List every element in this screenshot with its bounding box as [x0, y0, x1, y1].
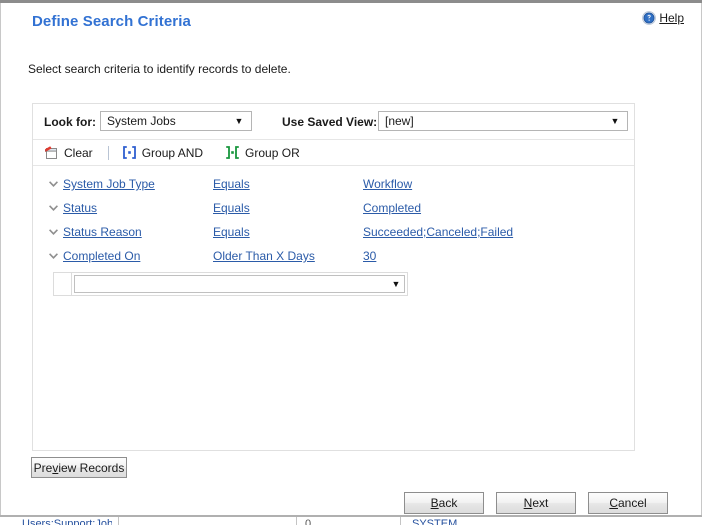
- window-left-border: [0, 3, 1, 515]
- saved-view-select[interactable]: [new] ▼: [378, 111, 628, 131]
- chevron-down-icon: ▼: [610, 115, 620, 126]
- chevron-down-icon: ▼: [391, 278, 401, 289]
- saved-view-value: [new]: [385, 114, 414, 128]
- help-label: Help: [659, 11, 684, 25]
- chevron-down-icon: ▼: [234, 115, 244, 126]
- instruction-text: Select search criteria to identify recor…: [28, 62, 291, 76]
- next-button[interactable]: Next: [496, 492, 576, 514]
- group-and-label: Group AND: [141, 145, 204, 160]
- cancel-button[interactable]: Cancel: [588, 492, 668, 514]
- table-row: Status Reason Equals Succeeded;Canceled;…: [33, 220, 634, 244]
- back-button[interactable]: Back: [404, 492, 484, 514]
- criteria-field-link[interactable]: Status: [63, 201, 97, 215]
- lookfor-bar: Look for: System Jobs ▼ Use Saved View: …: [33, 104, 634, 140]
- table-row: System Job Type Equals Workflow: [33, 172, 634, 196]
- next-accel: N: [523, 496, 533, 510]
- group-or-brackets-icon: [225, 145, 240, 160]
- criteria-panel: Look for: System Jobs ▼ Use Saved View: …: [32, 103, 635, 451]
- preview-records-text-after: iew Records: [58, 460, 125, 475]
- background-column-divider: [296, 517, 297, 525]
- criteria-grid: System Job Type Equals Workflow Status E…: [33, 166, 634, 296]
- group-or-button[interactable]: Group OR: [221, 144, 304, 161]
- table-row: Completed On Older Than X Days 30: [33, 244, 634, 268]
- help-link[interactable]: Help: [642, 11, 684, 25]
- window-top-border: [0, 0, 702, 3]
- background-window-divider: [0, 515, 702, 517]
- group-and-button[interactable]: Group AND: [118, 144, 207, 161]
- page-title: Define Search Criteria: [32, 13, 191, 30]
- table-row: Status Equals Completed: [33, 196, 634, 220]
- new-criteria-row-gutter: [54, 273, 72, 295]
- criteria-toolbar: Clear Group AND Group OR: [33, 140, 634, 166]
- back-text-after: ack: [438, 496, 458, 510]
- lookfor-label: Look for:: [44, 115, 96, 129]
- lookfor-select[interactable]: System Jobs ▼: [100, 111, 252, 131]
- criteria-value-link[interactable]: Workflow: [363, 177, 412, 191]
- saved-view-label: Use Saved View:: [282, 115, 378, 129]
- clear-button[interactable]: Clear: [40, 144, 97, 161]
- criteria-field-link[interactable]: Completed On: [63, 249, 140, 263]
- toolbar-separator: [107, 145, 109, 160]
- preview-records-text-before: Pre: [33, 460, 53, 475]
- lookfor-value: System Jobs: [107, 114, 176, 128]
- new-criteria-field-select[interactable]: ▼: [74, 275, 405, 293]
- chevron-down-icon[interactable]: [33, 229, 63, 235]
- criteria-value-link[interactable]: Completed: [363, 201, 421, 215]
- cancel-text-after: ancel: [617, 496, 647, 510]
- back-accel: B: [430, 496, 439, 510]
- group-or-label: Group OR: [245, 145, 300, 160]
- chevron-down-icon[interactable]: [33, 205, 63, 211]
- criteria-value-link[interactable]: 30: [363, 249, 376, 263]
- criteria-operator-link[interactable]: Older Than X Days: [213, 249, 315, 263]
- background-fragment-left: Users;Support;Jobs: [22, 518, 112, 525]
- background-fragment-right: SYSTEM: [412, 518, 458, 525]
- criteria-field-link[interactable]: Status Reason: [63, 225, 142, 239]
- background-fragment-mid: 0: [305, 518, 312, 525]
- chevron-down-icon[interactable]: [33, 253, 63, 259]
- chevron-down-icon[interactable]: [33, 181, 63, 187]
- new-criteria-row: ▼: [53, 272, 408, 296]
- background-column-divider: [118, 517, 119, 525]
- criteria-field-link[interactable]: System Job Type: [63, 177, 155, 191]
- criteria-operator-link[interactable]: Equals: [213, 201, 250, 215]
- criteria-value-link[interactable]: Succeeded;Canceled;Failed: [363, 225, 513, 239]
- preview-records-button[interactable]: Pre v iew Records: [31, 457, 127, 478]
- background-column-divider: [400, 517, 401, 525]
- group-and-brackets-icon: [122, 145, 137, 160]
- next-text-after: ext: [532, 496, 549, 510]
- clear-label: Clear: [64, 145, 93, 160]
- criteria-operator-link[interactable]: Equals: [213, 225, 250, 239]
- cancel-accel: C: [609, 496, 618, 510]
- question-circle-icon: [642, 11, 657, 25]
- background-window-sliver: Users;Support;Jobs 0 SYSTEM: [0, 515, 702, 525]
- criteria-operator-link[interactable]: Equals: [213, 177, 250, 191]
- clear-page-icon: [44, 145, 59, 160]
- define-search-criteria-window: Define Search Criteria Help Select searc…: [0, 0, 702, 525]
